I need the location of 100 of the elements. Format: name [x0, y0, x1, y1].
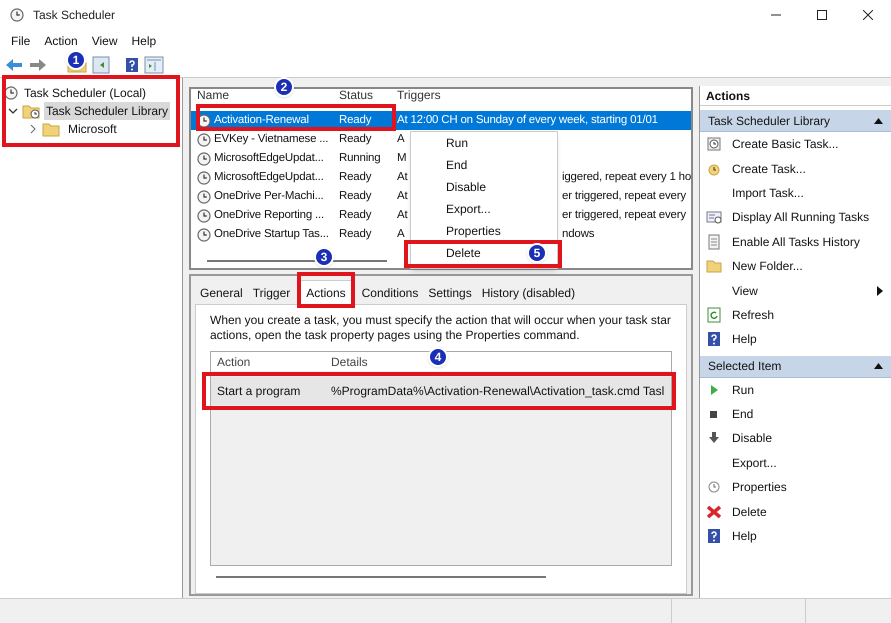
- collapse-icon: [874, 118, 883, 124]
- menu-item[interactable]: Delete: [446, 245, 481, 261]
- table-cell-text: A: [397, 226, 404, 242]
- action-item[interactable]: Create Basic Task...: [700, 132, 891, 156]
- table-cell-text: er triggered, repeat every: [562, 188, 686, 204]
- section-header[interactable]: Selected Item: [700, 356, 891, 378]
- document-icon: [706, 234, 722, 250]
- action-item[interactable]: Disable: [700, 426, 891, 451]
- action-item[interactable]: Create Task...: [700, 156, 891, 181]
- column-header[interactable]: Status: [339, 89, 374, 102]
- clock-icon: [4, 86, 18, 100]
- table-cell-text: Running: [339, 150, 382, 166]
- menu-item[interactable]: End: [446, 157, 468, 173]
- tab[interactable]: Actions: [300, 280, 352, 304]
- table-cell-text: M: [397, 150, 406, 166]
- action-item[interactable]: View: [700, 278, 891, 303]
- table-cell-text: A: [397, 132, 404, 147]
- table-cell-text: At: [397, 188, 408, 204]
- action-item[interactable]: Delete: [700, 499, 891, 524]
- action-item[interactable]: Import Task...: [700, 180, 891, 206]
- action-item[interactable]: Enable All Tasks History: [700, 230, 891, 254]
- close-icon: [863, 10, 873, 20]
- clock-icon: [197, 208, 211, 222]
- panel-title: Actions: [700, 86, 891, 106]
- submenu-arrow-icon: [877, 286, 883, 296]
- table-cell-text: OneDrive Startup Tas...: [214, 226, 329, 242]
- table-cell-text: MicrosoftEdgeUpdat...: [214, 170, 324, 185]
- menu-item[interactable]: View: [84, 32, 124, 50]
- maximize-icon: [817, 10, 827, 20]
- column-header[interactable]: Triggers: [397, 89, 441, 102]
- action-item[interactable]: Help: [700, 524, 891, 548]
- clock-icon: [197, 132, 211, 146]
- table-cell-text: Ready: [339, 170, 372, 185]
- action-item[interactable]: New Folder...: [700, 254, 891, 278]
- table-cell-text: Ready: [339, 132, 372, 147]
- table-cell-text: Activation-Renewal: [214, 112, 309, 128]
- tree-item[interactable]: Task Scheduler Library: [44, 102, 170, 120]
- panel-icon: [144, 56, 164, 74]
- back-icon: [4, 56, 24, 72]
- table-cell-text: Ready: [339, 188, 372, 204]
- section-title: Task Scheduler Library: [708, 112, 830, 130]
- step-badge: 1: [66, 50, 86, 70]
- clock-icon: [706, 479, 722, 496]
- column-header[interactable]: Name: [197, 89, 230, 102]
- panel-icon: [92, 56, 110, 74]
- table-cell-text: OneDrive Per-Machi...: [214, 188, 324, 204]
- menu-item[interactable]: Export...: [446, 201, 491, 217]
- description-text: When you create a task, you must specify the action that will occur when your task star: [210, 313, 672, 328]
- table-cell-text: OneDrive Reporting ...: [214, 208, 324, 223]
- table-cell-text: EVKey - Vietnamese ...: [214, 132, 328, 147]
- table-cell-text: Ready: [339, 112, 372, 128]
- table-cell-text: Start a program: [216, 383, 302, 400]
- table-cell-text: MicrosoftEdgeUpdat...: [214, 150, 324, 166]
- window-title: Task Scheduler: [33, 7, 116, 24]
- scrollbar[interactable]: [207, 260, 387, 262]
- section-header[interactable]: Task Scheduler Library: [700, 110, 891, 132]
- table-cell-text: At: [397, 170, 408, 185]
- section-title: Selected Item: [708, 358, 782, 376]
- table-cell-text: er triggered, repeat every: [562, 208, 686, 223]
- tree-item[interactable]: Microsoft: [66, 120, 119, 138]
- collapse-icon: [874, 363, 883, 370]
- tree-item[interactable]: Task Scheduler (Local): [22, 84, 148, 102]
- table-cell-text: iggered, repeat every 1 ho: [562, 170, 692, 185]
- action-item[interactable]: Help: [700, 327, 891, 352]
- delete-icon: [706, 504, 722, 520]
- column-header[interactable]: Details: [331, 353, 368, 371]
- clock-icon: [197, 190, 211, 204]
- folder-clock-icon: [22, 103, 40, 119]
- action-item[interactable]: Export...: [700, 450, 891, 476]
- menu-item[interactable]: Disable: [446, 179, 486, 195]
- action-item[interactable]: Display All Running Tasks: [700, 205, 891, 230]
- action-item[interactable]: End: [700, 402, 891, 426]
- menu-item[interactable]: Help: [124, 32, 164, 50]
- action-item[interactable]: Refresh: [700, 302, 891, 328]
- menu-item[interactable]: File: [4, 32, 38, 50]
- help-icon: [124, 56, 140, 72]
- table-cell-text: Ready: [339, 226, 372, 242]
- clock-icon: [10, 8, 24, 22]
- table-cell-text: At 12:00 CH on Sunday of every week, starting 01/01: [397, 112, 658, 128]
- table-cell-text: At: [397, 208, 408, 223]
- calendar-clock-icon: [706, 136, 722, 152]
- selected-row[interactable]: Activation-Renewal Ready At 12:00 CH on Sunday of every week, starting 01/01: [191, 111, 691, 130]
- clock-icon: [197, 170, 211, 184]
- window-clock-icon: [706, 209, 722, 226]
- scrollbar[interactable]: [216, 576, 546, 578]
- forward-icon: [28, 56, 48, 72]
- table-cell-text: Ready: [339, 208, 372, 223]
- menu-item[interactable]: Action: [37, 32, 85, 50]
- help-icon: [706, 528, 722, 544]
- menu-item[interactable]: Properties: [446, 223, 501, 239]
- column-header[interactable]: Action: [211, 353, 331, 371]
- refresh-icon: [706, 306, 722, 323]
- description-text: actions, open the task property pages using the Properties command.: [210, 328, 581, 343]
- menu-item[interactable]: Run: [446, 135, 468, 151]
- action-item[interactable]: Run: [700, 378, 891, 402]
- action-item[interactable]: Properties: [700, 475, 891, 500]
- clock-icon: [197, 152, 211, 166]
- folder-icon: [706, 258, 722, 274]
- table-cell-text: ndows: [562, 226, 594, 242]
- highlight-frame: [297, 272, 355, 308]
